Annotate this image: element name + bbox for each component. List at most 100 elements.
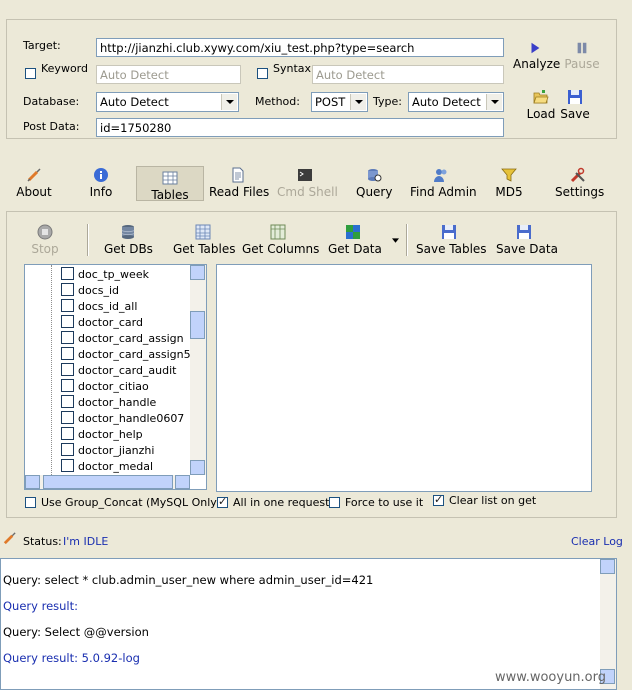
tree-item-checkbox[interactable] bbox=[61, 331, 74, 344]
tree-item[interactable]: doctor_card_audit bbox=[61, 363, 177, 379]
method-select[interactable]: POST bbox=[311, 92, 368, 112]
database-select[interactable]: Auto Detect bbox=[96, 92, 239, 112]
chevron-down-icon bbox=[221, 94, 237, 110]
method-label: Method: bbox=[255, 95, 300, 108]
tree-item-label: doctor_card_audit bbox=[78, 364, 177, 377]
tree-item-checkbox[interactable] bbox=[61, 443, 74, 456]
group-concat-checkbox[interactable] bbox=[25, 497, 36, 508]
tab-tables[interactable]: Tables bbox=[146, 170, 194, 202]
tab-md5[interactable]: MD5 bbox=[494, 167, 524, 199]
type-label: Type: bbox=[373, 95, 402, 108]
target-input[interactable]: http://jianzhi.club.xywy.com/xiu_test.ph… bbox=[96, 38, 504, 57]
keyword-input[interactable]: Auto Detect bbox=[96, 65, 241, 84]
tree-item-label: doctor_jianzhi bbox=[78, 444, 155, 457]
postdata-input[interactable]: id=1750280 bbox=[96, 118, 504, 137]
tree-item[interactable]: doctor_handle0607 bbox=[61, 411, 184, 427]
tree-item-checkbox[interactable] bbox=[61, 411, 74, 424]
tree-item[interactable]: doctor_card_assign bbox=[61, 331, 184, 347]
floppy-disk-icon bbox=[517, 225, 531, 239]
scroll-hthumb[interactable] bbox=[43, 475, 173, 489]
syntax-label: Syntax bbox=[273, 62, 312, 75]
syntax-checkbox[interactable] bbox=[257, 68, 268, 79]
all-in-one-checkbox[interactable] bbox=[217, 495, 228, 508]
save-data-button[interactable]: Save Data bbox=[496, 224, 558, 256]
tree-item-label: doctor_citiao bbox=[78, 380, 149, 393]
tab-read-files-label: Read Files bbox=[209, 185, 270, 199]
tree-item-checkbox[interactable] bbox=[61, 379, 74, 392]
tab-info-label: Info bbox=[89, 185, 113, 199]
load-button[interactable]: Load bbox=[526, 89, 556, 121]
syntax-input[interactable]: Auto Detect bbox=[312, 65, 504, 84]
get-data-button[interactable]: Get Data bbox=[328, 224, 382, 256]
force-checkbox[interactable] bbox=[329, 497, 340, 508]
scroll-right-button[interactable] bbox=[175, 475, 190, 489]
tree-item-checkbox[interactable] bbox=[61, 299, 74, 312]
tab-cmd-shell[interactable]: Cmd Shell bbox=[277, 167, 338, 199]
columns-icon bbox=[270, 224, 286, 240]
scroll-thumb[interactable] bbox=[190, 311, 205, 339]
tab-read-files[interactable]: Read Files bbox=[209, 167, 270, 199]
get-data-dropdown-icon[interactable] bbox=[392, 238, 399, 243]
tree-item[interactable]: doctor_help bbox=[61, 427, 143, 443]
tree-item-checkbox[interactable] bbox=[61, 315, 74, 328]
tree-item-checkbox[interactable] bbox=[61, 267, 74, 280]
tab-find-admin[interactable]: Find Admin bbox=[410, 167, 477, 199]
table-grid-icon bbox=[195, 224, 211, 240]
stop-button[interactable]: Stop bbox=[30, 224, 60, 256]
log-line: Query result: bbox=[3, 599, 79, 613]
tree-item-label: doctor_help bbox=[78, 428, 143, 441]
scroll-up-button[interactable] bbox=[190, 265, 205, 280]
tree-item[interactable]: doctor_jianzhi bbox=[61, 443, 154, 459]
clear-list-checkbox[interactable] bbox=[433, 493, 444, 506]
get-columns-button[interactable]: Get Columns bbox=[242, 224, 319, 256]
tree-item-label: doctor_medal bbox=[78, 460, 154, 473]
tree-item-checkbox[interactable] bbox=[61, 347, 74, 360]
document-icon bbox=[232, 167, 244, 183]
tree-item-checkbox[interactable] bbox=[61, 459, 74, 472]
pause-icon bbox=[577, 42, 587, 54]
tree-item-label: doctor_card bbox=[78, 316, 143, 329]
save-button[interactable]: Save bbox=[560, 89, 590, 121]
scroll-down-button[interactable] bbox=[190, 460, 205, 475]
tree-item[interactable]: docs_id bbox=[61, 283, 119, 299]
tree-item[interactable]: doctor_card bbox=[61, 315, 143, 331]
tree-item-label: doc_tp_week bbox=[78, 268, 149, 281]
tree-item-checkbox[interactable] bbox=[61, 427, 74, 440]
get-tables-button[interactable]: Get Tables bbox=[173, 224, 236, 256]
tree-item[interactable]: doctor_card_assign513 bbox=[61, 347, 205, 363]
analyze-button[interactable]: Analyze bbox=[513, 41, 561, 71]
tree-vscroll[interactable] bbox=[190, 265, 206, 475]
table-tree[interactable]: doc_tp_week docs_id docs_id_all doctor_card… bbox=[24, 264, 207, 490]
tree-item-checkbox[interactable] bbox=[61, 283, 74, 296]
pause-button[interactable]: Pause bbox=[564, 41, 600, 71]
tab-query[interactable]: Query bbox=[356, 167, 392, 199]
log-line: Query: select * club.admin_user_new wher… bbox=[3, 573, 374, 587]
toolbar-separator bbox=[87, 224, 89, 256]
tab-info[interactable]: Info bbox=[86, 167, 116, 199]
tab-settings[interactable]: Settings bbox=[555, 167, 604, 199]
tree-item-checkbox[interactable] bbox=[61, 395, 74, 408]
tree-item[interactable]: doctor_medal bbox=[61, 459, 153, 475]
get-tables-label: Get Tables bbox=[173, 242, 236, 256]
tree-hscroll[interactable] bbox=[25, 475, 190, 489]
tree-item-label: docs_id bbox=[78, 284, 120, 297]
tree-item[interactable]: doc_tp_week bbox=[61, 267, 149, 283]
scroll-left-button[interactable] bbox=[25, 475, 40, 489]
table-icon bbox=[162, 171, 178, 185]
database-select-value: Auto Detect bbox=[100, 95, 169, 109]
tree-item[interactable]: docs_id_all bbox=[61, 299, 137, 315]
tree-item[interactable]: doctor_citiao bbox=[61, 379, 149, 395]
tree-item-checkbox[interactable] bbox=[61, 363, 74, 376]
tab-about[interactable]: About bbox=[14, 167, 54, 199]
type-select[interactable]: Auto Detect bbox=[408, 92, 504, 112]
keyword-checkbox[interactable] bbox=[25, 68, 36, 79]
log-scroll-up-button[interactable] bbox=[600, 559, 615, 574]
tree-item-label: docs_id_all bbox=[78, 300, 138, 313]
clear-log-link[interactable]: Clear Log bbox=[571, 535, 623, 548]
save-tables-button[interactable]: Save Tables bbox=[416, 224, 487, 256]
data-grid[interactable] bbox=[216, 264, 592, 492]
tree-item-label: doctor_handle0607 bbox=[78, 412, 185, 425]
get-dbs-button[interactable]: Get DBs bbox=[104, 224, 153, 256]
tree-item[interactable]: doctor_handle bbox=[61, 395, 156, 411]
analyze-label: Analyze bbox=[513, 57, 561, 71]
